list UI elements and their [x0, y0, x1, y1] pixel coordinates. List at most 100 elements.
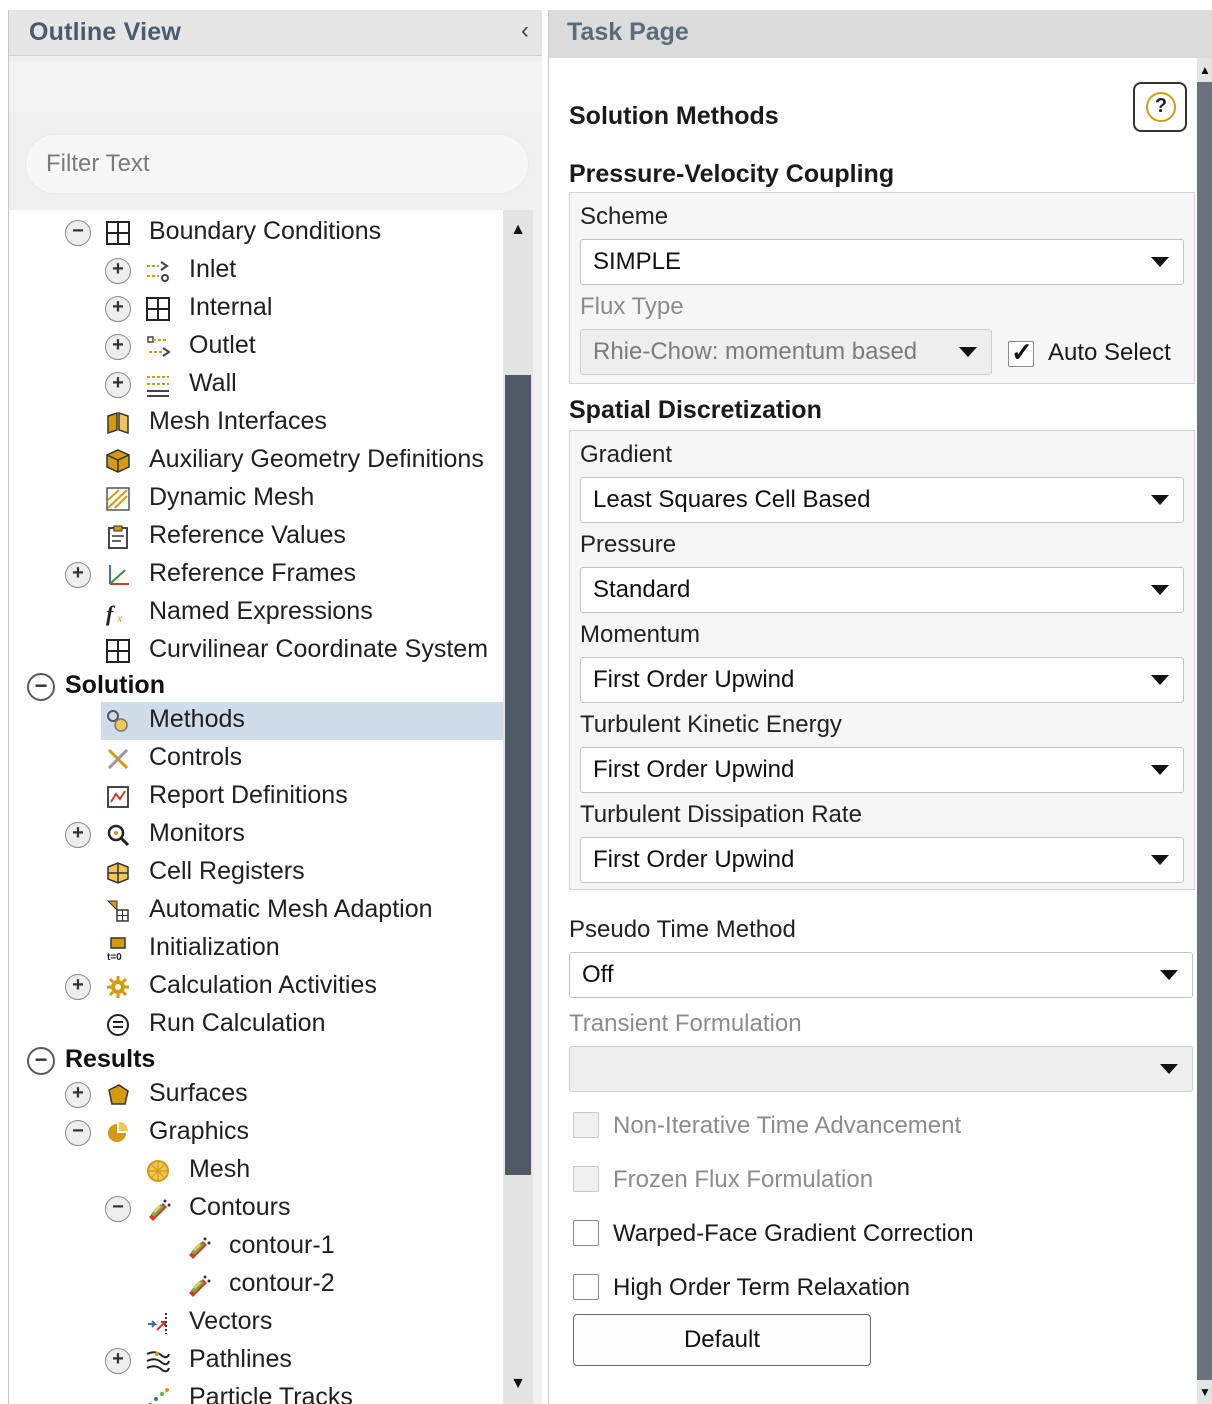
tree-item-internal[interactable]: + Internal [9, 290, 503, 328]
tree-item-dynamic-mesh[interactable]: Dynamic Mesh [9, 480, 503, 518]
contour-icon [145, 1196, 171, 1222]
scroll-down-arrow-icon[interactable]: ▼ [1197, 1380, 1212, 1404]
svg-text:f: f [106, 601, 116, 626]
tree-item-pathlines[interactable]: + Pathlines [9, 1342, 503, 1380]
pseudo-time-value: Off [582, 961, 614, 988]
expand-icon[interactable]: + [65, 822, 91, 848]
tree-item-label: Pathlines [189, 1345, 292, 1373]
scroll-up-arrow-icon[interactable]: ▲ [1197, 58, 1212, 82]
task-page-header: Task Page [549, 10, 1212, 58]
run-icon [105, 1012, 131, 1038]
tree-item-contour-2[interactable]: contour-2 [9, 1266, 503, 1304]
tree-item-automatic-mesh-adaption[interactable]: Automatic Mesh Adaption [9, 892, 503, 930]
tree-item-wall[interactable]: + Wall [9, 366, 503, 404]
tdr-value: First Order Upwind [593, 846, 795, 873]
controls-icon [105, 746, 131, 772]
magnifier-icon [105, 822, 131, 848]
tree-item-outlet[interactable]: + Outlet [9, 328, 503, 366]
spatial-discretization-group: Gradient Least Squares Cell Based Pressu… [569, 430, 1195, 890]
expand-icon[interactable]: + [65, 1082, 91, 1108]
momentum-value: First Order Upwind [593, 666, 795, 693]
outline-vertical-scrollbar[interactable]: ▲ ▼ [503, 210, 533, 1404]
tree-item-contour-1[interactable]: contour-1 [9, 1228, 503, 1266]
tke-dropdown[interactable]: First Order Upwind [580, 747, 1184, 793]
tree-item-vectors[interactable]: Vectors [9, 1304, 503, 1342]
gradient-dropdown[interactable]: Least Squares Cell Based [580, 477, 1184, 523]
grid-icon [105, 638, 131, 664]
scheme-label: Scheme [580, 203, 669, 230]
auto-select-checkbox[interactable]: ✓ [1008, 337, 1034, 367]
expand-icon[interactable]: + [105, 372, 131, 398]
expand-icon[interactable]: + [65, 562, 91, 588]
chevron-down-icon [959, 347, 977, 357]
tree-item-label: Dynamic Mesh [149, 483, 315, 511]
scroll-up-arrow-icon[interactable]: ▲ [503, 210, 533, 250]
tree-item-solution[interactable]: − Solution [9, 668, 503, 706]
outline-scrollbar-thumb[interactable] [505, 375, 531, 1175]
expand-icon[interactable]: + [105, 296, 131, 322]
collapse-icon[interactable]: − [105, 1196, 131, 1222]
pseudo-time-label: Pseudo Time Method [569, 916, 796, 943]
tree-item-boundary-conditions[interactable]: − Boundary Conditions [9, 214, 503, 252]
tree-item-surfaces[interactable]: + Surfaces [9, 1076, 503, 1114]
chevron-down-icon [1151, 855, 1169, 865]
tree-item-label: Solution [65, 671, 165, 699]
tree-item-initialization[interactable]: t=0 Initialization [9, 930, 503, 968]
warped-face-checkbox[interactable] [573, 1220, 599, 1246]
mesh-interfaces-icon [105, 410, 131, 436]
collapse-panel-button[interactable]: ‹ [514, 16, 536, 46]
tree-item-named-expressions[interactable]: f x Named Expressions [9, 594, 503, 632]
tree-item-mesh-interfaces[interactable]: Mesh Interfaces [9, 404, 503, 442]
filter-text-input[interactable] [46, 135, 506, 193]
tdr-dropdown[interactable]: First Order Upwind [580, 837, 1184, 883]
task-vertical-scrollbar[interactable]: ▲ ▼ [1197, 58, 1212, 1404]
tree-item-mesh[interactable]: Mesh [9, 1152, 503, 1190]
collapse-icon[interactable]: − [65, 220, 91, 246]
tree-item-cell-registers[interactable]: Cell Registers [9, 854, 503, 892]
tree-item-label: Particle Tracks [189, 1383, 353, 1404]
tree-item-label: Controls [149, 743, 243, 771]
high-order-relaxation-checkbox[interactable] [573, 1274, 599, 1300]
pressure-label: Pressure [580, 531, 677, 558]
expand-icon[interactable]: + [105, 334, 131, 360]
pressure-dropdown[interactable]: Standard [580, 567, 1184, 613]
tree-item-monitors[interactable]: + Monitors [9, 816, 503, 854]
grid-icon [105, 220, 131, 246]
tree-item-inlet[interactable]: + Inlet [9, 252, 503, 290]
scheme-dropdown[interactable]: SIMPLE [580, 239, 1184, 285]
methods-icon [105, 708, 131, 734]
expand-icon[interactable]: + [65, 974, 91, 1000]
help-button[interactable]: ? [1133, 82, 1187, 132]
pseudo-time-dropdown[interactable]: Off [569, 952, 1193, 998]
scroll-down-arrow-icon[interactable]: ▼ [503, 1364, 533, 1404]
collapse-icon[interactable]: − [27, 673, 55, 701]
tree-item-controls[interactable]: Controls [9, 740, 503, 778]
tree-item-methods[interactable]: Methods [101, 702, 503, 740]
tree-item-label: Mesh [189, 1155, 251, 1183]
tree-item-contours[interactable]: − Contours [9, 1190, 503, 1228]
tree-item-report-definitions[interactable]: Report Definitions [9, 778, 503, 816]
tree-item-run-calculation[interactable]: Run Calculation [9, 1006, 503, 1044]
tree-item-results[interactable]: − Results [9, 1042, 503, 1080]
collapse-icon[interactable]: − [65, 1120, 91, 1146]
graphics-icon [105, 1120, 131, 1146]
tree-item-label: Report Definitions [149, 781, 348, 809]
expand-icon[interactable]: + [105, 1348, 131, 1374]
default-button[interactable]: Default [573, 1314, 871, 1366]
tree-item-auxiliary-geometry-definitions[interactable]: Auxiliary Geometry Definitions [9, 442, 503, 480]
tree-item-reference-frames[interactable]: + Reference Frames [9, 556, 503, 594]
function-icon: fx [105, 600, 131, 626]
tree-item-curvilinear-coordinate-system[interactable]: Curvilinear Coordinate System [9, 632, 503, 670]
expand-icon[interactable]: + [105, 258, 131, 284]
tree-item-particle-tracks[interactable]: Particle Tracks [9, 1380, 503, 1404]
tree-item-reference-values[interactable]: Reference Values [9, 518, 503, 556]
tree-item-graphics[interactable]: − Graphics [9, 1114, 503, 1152]
frozen-flux-label: Frozen Flux Formulation [613, 1166, 874, 1193]
momentum-dropdown[interactable]: First Order Upwind [580, 657, 1184, 703]
collapse-icon[interactable]: − [27, 1047, 55, 1075]
tree-item-calculation-activities[interactable]: + Calculation Activities [9, 968, 503, 1006]
auto-select-label: Auto Select [1048, 339, 1171, 366]
tree-item-label: Initialization [149, 933, 280, 961]
non-iterative-label: Non-Iterative Time Advancement [613, 1112, 962, 1139]
gradient-value: Least Squares Cell Based [593, 486, 871, 513]
